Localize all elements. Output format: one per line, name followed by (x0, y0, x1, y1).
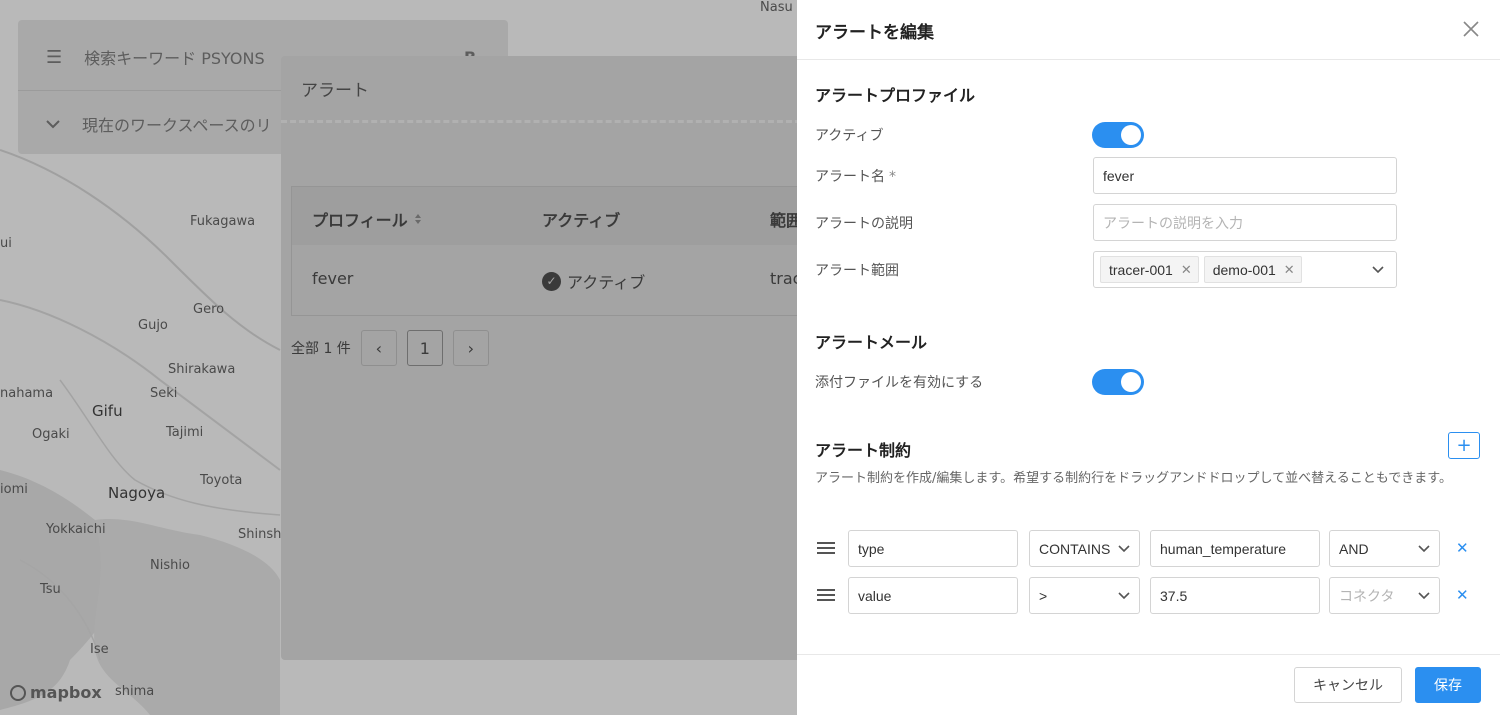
map-label-toba: shima (115, 684, 155, 699)
section-title-constraints: アラート制約 (815, 441, 912, 460)
map-label-fukagawa: Fukagawa (190, 214, 256, 229)
prev-page-button[interactable]: ‹ (360, 330, 397, 366)
table-cell-active-label: アクティブ (567, 273, 646, 292)
chevron-down-icon[interactable] (1372, 266, 1384, 274)
divider (281, 120, 801, 123)
menu-icon[interactable]: ☰ (46, 47, 62, 68)
mapbox-logo[interactable]: mapbox (10, 683, 102, 702)
constraint-field-input[interactable] (848, 577, 1018, 614)
cancel-button[interactable]: キャンセル (1294, 667, 1402, 703)
alert-name-label: アラート名 * (815, 166, 896, 186)
map-label-gifu: Gifu (92, 402, 123, 420)
map-label-ui: ui (0, 236, 12, 251)
constraint-operator-value: CONTAINS (1039, 540, 1111, 557)
scope-tag: demo-001 ✕ (1203, 256, 1302, 283)
drag-handle-icon[interactable] (817, 587, 835, 603)
page-number-button[interactable]: 1 (406, 330, 443, 366)
search-input[interactable]: 検索キーワード PSYONS (84, 45, 265, 69)
required-mark: * (889, 169, 896, 185)
active-toggle[interactable] (1092, 122, 1144, 148)
edit-alert-drawer: アラートを編集 アラートプロファイル アクティブ アラート名* アラートの説明 … (797, 0, 1500, 715)
remove-tag-icon[interactable]: ✕ (1284, 262, 1295, 278)
save-button[interactable]: 保存 (1415, 667, 1481, 703)
map-label-nasu: Nasu (760, 0, 793, 15)
constraint-row: > コネクタ ✕ (815, 577, 1485, 614)
chevron-down-icon (1118, 545, 1130, 553)
section-title-mail: アラートメール (815, 333, 928, 352)
constraint-connector-placeholder: コネクタ (1339, 587, 1395, 604)
map-label-gujo: Gujo (138, 318, 168, 333)
map-label-shinshiro: Shinsh (238, 527, 282, 542)
constraint-value-input[interactable] (1150, 577, 1320, 614)
constraint-connector-value: AND (1339, 540, 1369, 557)
alert-description-label: アラートの説明 (815, 216, 913, 232)
map-label-gero: Gero (193, 302, 225, 317)
alert-table: プロフィール アクティブ 範囲 fever ✓ アクティブ trac (291, 186, 801, 316)
active-label: アクティブ (815, 128, 884, 144)
next-page-button[interactable]: › (452, 330, 489, 366)
attachment-toggle[interactable] (1092, 369, 1144, 395)
map-label-nahama: nahama (0, 386, 54, 401)
table-cell-profile[interactable]: fever (312, 269, 353, 288)
alert-list-title: アラート (301, 81, 369, 101)
map-label-seki: Seki (150, 386, 178, 401)
scope-tag-label: tracer-001 (1109, 261, 1173, 278)
map-label-yokkaichi: Yokkaichi (46, 522, 106, 537)
check-circle-icon: ✓ (542, 271, 561, 291)
constraint-operator-select[interactable]: > (1029, 577, 1140, 614)
add-constraint-button[interactable]: + (1448, 432, 1480, 459)
map-label-shirakawa: Shirakawa (168, 362, 236, 377)
drag-handle-icon[interactable] (817, 540, 835, 556)
pagination-total: 全部 1 件 (291, 341, 351, 357)
map-label-ogaki: Ogaki (32, 427, 70, 442)
map-label-ise: Ise (90, 642, 109, 657)
constraint-value-input[interactable] (1150, 530, 1320, 567)
chevron-down-icon (1418, 592, 1430, 600)
map-label-nishio: Nishio (150, 558, 190, 573)
column-header-profile-label: プロフィール (312, 211, 408, 230)
drawer-header: アラートを編集 (797, 0, 1500, 60)
pagination: 全部 1 件 ‹ 1 › (291, 330, 489, 366)
attachment-label: 添付ファイルを有効にする (815, 375, 984, 391)
column-header-profile[interactable]: プロフィール (312, 207, 422, 231)
map-label-tajimi: Tajimi (166, 425, 204, 440)
alert-name-input[interactable] (1093, 157, 1397, 194)
column-header-active: アクティブ (542, 211, 621, 230)
scope-tag: tracer-001 ✕ (1100, 256, 1199, 283)
map-label-nagoya: Nagoya (108, 484, 166, 502)
mapbox-logo-text: mapbox (30, 683, 102, 702)
close-icon[interactable] (1460, 18, 1482, 40)
constraint-description: アラート制約を作成/編集します。希望する制約行をドラッグアンドドロップして並べ替… (815, 471, 1452, 486)
map-label-tsu: Tsu (40, 582, 61, 597)
map-label-iomi: iomi (0, 482, 28, 497)
drawer-footer: キャンセル 保存 (797, 654, 1500, 715)
drawer-title: アラートを編集 (815, 23, 934, 43)
constraint-row: CONTAINS AND ✕ (815, 530, 1485, 567)
toggle-knob (1121, 372, 1141, 392)
constraint-field-input[interactable] (848, 530, 1018, 567)
chevron-down-icon (1418, 545, 1430, 553)
constraint-connector-select[interactable]: AND (1329, 530, 1440, 567)
constraint-connector-select[interactable]: コネクタ (1329, 577, 1440, 614)
mapbox-logo-icon (10, 684, 26, 701)
alert-name-label-text: アラート名 (815, 169, 885, 185)
chevron-down-icon (1118, 592, 1130, 600)
remove-tag-icon[interactable]: ✕ (1181, 262, 1192, 278)
toggle-knob (1121, 125, 1141, 145)
delete-constraint-icon[interactable]: ✕ (1456, 586, 1469, 604)
delete-constraint-icon[interactable]: ✕ (1456, 539, 1469, 557)
chevron-down-icon[interactable] (46, 119, 60, 129)
constraint-operator-value: > (1039, 587, 1048, 604)
section-title-profile: アラートプロファイル (815, 86, 976, 105)
alert-list-modal: アラート プロフィール アクティブ 範囲 fever ✓ アクティブ trac … (281, 56, 801, 660)
workspace-selector[interactable]: 現在のワークスペースのリ (82, 112, 272, 136)
scope-tag-label: demo-001 (1212, 261, 1276, 278)
table-cell-active: ✓ アクティブ (542, 269, 645, 293)
alert-description-input[interactable] (1093, 204, 1397, 241)
constraint-operator-select[interactable]: CONTAINS (1029, 530, 1140, 567)
alert-scope-label: アラート範囲 (815, 263, 899, 279)
map-label-toyota: Toyota (200, 473, 243, 488)
sort-icon[interactable] (414, 213, 422, 225)
alert-scope-select[interactable]: tracer-001 ✕ demo-001 ✕ (1093, 251, 1397, 288)
